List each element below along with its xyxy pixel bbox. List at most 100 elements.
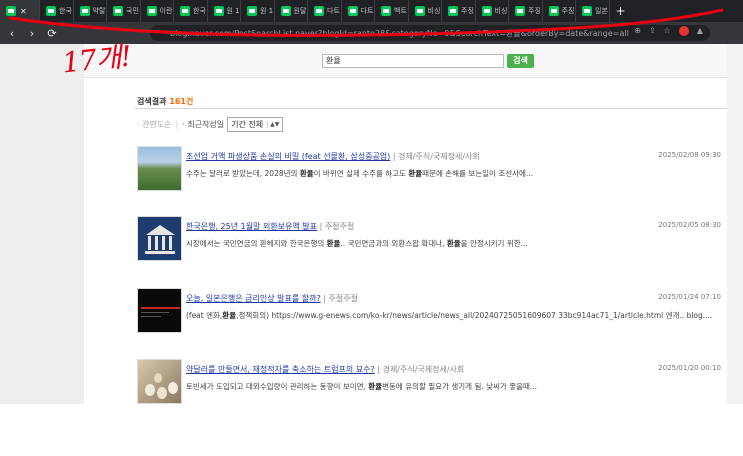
date-range-select[interactable]: 기간 전체 ▲▼ <box>227 117 284 132</box>
browser-tab[interactable]: 주징 <box>442 0 476 22</box>
new-tab-button[interactable]: + <box>616 4 626 18</box>
tab-title: 국민 <box>126 7 139 15</box>
extension-icon[interactable] <box>678 26 689 36</box>
divider <box>135 108 727 109</box>
result-label: 검색결과 <box>137 97 167 106</box>
naver-blog-favicon-icon <box>6 6 16 16</box>
tab-title: 약탈 <box>92 7 106 15</box>
tab-title: 주징 <box>528 7 541 15</box>
zoom-icon[interactable]: ⊕ <box>634 26 641 36</box>
tab-title: 원 1 <box>260 7 274 15</box>
post-snippet: (feat 엔화,환율,정책회의) https://www.g-enews.co… <box>186 311 713 320</box>
browser-tab[interactable]: 다트 <box>342 0 375 22</box>
post-title-row: 오늘, 일본은행은 금리인상 발표를 할까? | 주절주절 <box>186 293 358 304</box>
browser-tab[interactable]: 일본 <box>576 0 610 22</box>
stock-chart-thumbnail-icon <box>141 307 180 317</box>
tab-title: 비싱 <box>494 7 508 15</box>
bank-building-icon <box>145 225 175 254</box>
post-thumbnail[interactable] <box>137 216 182 261</box>
dropdown-arrow-icon: ▲▼ <box>267 121 279 128</box>
sort-recent-link[interactable]: · 최근작성일 <box>182 119 224 130</box>
post-thumbnail[interactable] <box>137 288 182 333</box>
tab-title: 비싱 <box>427 7 441 15</box>
tab-title: 주징 <box>561 7 575 15</box>
forward-arrow-icon[interactable]: › <box>24 27 40 40</box>
toolbar-icons: ⊕ ⇪ ☆ ▲ <box>634 26 703 36</box>
post-category: | 주절주절 <box>323 294 358 303</box>
browser-tab[interactable]: 비싱 <box>476 0 509 22</box>
post-date: 2025/01/20 00:10 <box>658 364 721 372</box>
naver-blog-favicon-icon <box>280 6 291 16</box>
post-thumbnail[interactable] <box>137 146 182 191</box>
tab-title: 다트 <box>327 7 340 15</box>
browser-tab[interactable]: 한국 <box>40 0 74 22</box>
browser-tab[interactable]: 약탈 <box>74 0 107 22</box>
search-result-item: 약달러를 만들면서, 재정적자를 축소하는 트럼프의 묘수? | 경제/주식/국… <box>137 359 727 421</box>
reload-icon[interactable]: ⟳ <box>44 27 60 40</box>
post-title-link[interactable]: 조선업 거액 파생상품 손실의 비밀 (feat 선물환, 삼성중공업) <box>186 152 390 161</box>
browser-tab[interactable]: 주징 <box>509 0 543 22</box>
browser-tab[interactable]: 원달 <box>275 0 308 22</box>
post-date: 2025/01/24 07:10 <box>658 293 721 301</box>
post-title-link[interactable]: 오늘, 일본은행은 금리인상 발표를 할까? <box>186 294 321 303</box>
extensions-puzzle-icon[interactable]: ▲ <box>697 26 703 36</box>
post-title-row: 약달러를 만들면서, 재정적자를 축소하는 트럼프의 묘수? | 경제/주식/국… <box>186 364 464 375</box>
post-title-link[interactable]: 약달러를 만들면서, 재정적자를 축소하는 트럼프의 묘수? <box>186 365 375 374</box>
browser-tab[interactable]: 한국 <box>174 0 208 22</box>
post-title-row: 한국은행, 25년 1월말 외환보유액 발표 | 주절주절 <box>186 221 354 232</box>
result-header: 검색결과 161건 <box>137 96 193 107</box>
naver-blog-favicon-icon <box>146 6 157 16</box>
back-arrow-icon[interactable]: ‹ <box>4 27 20 40</box>
search-button[interactable]: 검색 <box>507 54 534 68</box>
browser-tab[interactable]: 다트 <box>308 0 342 22</box>
tab-title: 한국 <box>193 7 206 15</box>
naver-blog-favicon-icon <box>79 6 90 16</box>
naver-blog-favicon-icon <box>448 6 458 16</box>
right-gray-panel <box>727 44 743 404</box>
naver-blog-favicon-icon <box>347 6 358 16</box>
divider: | <box>175 120 179 129</box>
result-count: 161건 <box>169 97 194 106</box>
naver-blog-favicon-icon <box>247 6 257 16</box>
naver-blog-favicon-icon <box>180 6 190 16</box>
post-snippet: 수주는 달러로 받았는데, 2028년의 환율이 바뀌면 실제 수주를 하고도 … <box>186 169 534 178</box>
naver-blog-favicon-icon <box>113 6 123 16</box>
tab-title: 원 1 <box>226 7 240 15</box>
browser-tab[interactable]: 백트 <box>375 0 409 22</box>
browser-tab[interactable]: 이란 <box>141 0 174 22</box>
post-category: | 경제/주식/국제정세/사회 <box>392 152 480 161</box>
post-date: 2025/02/05 08:30 <box>658 221 721 229</box>
date-range-value: 기간 전체 <box>231 120 264 129</box>
post-title-row: 조선업 거액 파생상품 손실의 비밀 (feat 선물환, 삼성중공업) | 경… <box>186 151 480 162</box>
browser-tab[interactable]: 원 1 <box>208 0 241 22</box>
sort-filter-row: · 관련도순 | · 최근작성일 기간 전체 ▲▼ <box>137 117 284 132</box>
eggs-thumbnail-icon <box>145 373 178 399</box>
post-snippet: 토빈세가 도입되고 대외수입량이 관리하는 동향이 보이면, 환율변동에 유의할… <box>186 382 538 391</box>
bookmark-star-icon[interactable]: ☆ <box>664 26 671 36</box>
address-bar[interactable]: blog.naver.com/PostSearchList.naver?blog… <box>150 25 710 41</box>
naver-blog-favicon-icon <box>481 6 492 16</box>
search-result-item: 오늘, 일본은행은 금리인상 발표를 할까? | 주절주절 2025/01/24… <box>137 288 727 350</box>
naver-blog-favicon-icon <box>548 6 559 16</box>
browser-tab[interactable]: ✕ <box>0 0 40 22</box>
tab-title: 원달 <box>293 7 307 15</box>
search-result-item: 한국은행, 25년 1월말 외환보유액 발표 | 주절주절 2025/02/05… <box>137 216 727 278</box>
handwritten-annotation: 17개! <box>60 39 133 80</box>
search-input[interactable]: 환율 <box>322 54 504 68</box>
post-category: | 주절주절 <box>319 222 355 231</box>
tab-title: 백트 <box>394 7 407 15</box>
left-gray-panel <box>0 44 84 404</box>
browser-tab[interactable]: 국민 <box>107 0 141 22</box>
post-date: 2025/02/08 09:30 <box>658 151 721 159</box>
close-tab-icon[interactable]: ✕ <box>20 7 27 16</box>
post-thumbnail[interactable] <box>137 359 182 404</box>
browser-tab[interactable]: 비싱 <box>409 0 442 22</box>
tab-title: 일본 <box>595 7 608 15</box>
sort-relevance-link[interactable]: · 관련도순 <box>137 119 172 130</box>
tab-title: 이란 <box>159 7 173 15</box>
naver-blog-favicon-icon <box>515 6 525 16</box>
share-icon[interactable]: ⇪ <box>649 26 656 36</box>
browser-tab[interactable]: 주징 <box>543 0 576 22</box>
post-title-link[interactable]: 한국은행, 25년 1월말 외환보유액 발표 <box>186 222 317 231</box>
browser-tab[interactable]: 원 1 <box>241 0 275 22</box>
